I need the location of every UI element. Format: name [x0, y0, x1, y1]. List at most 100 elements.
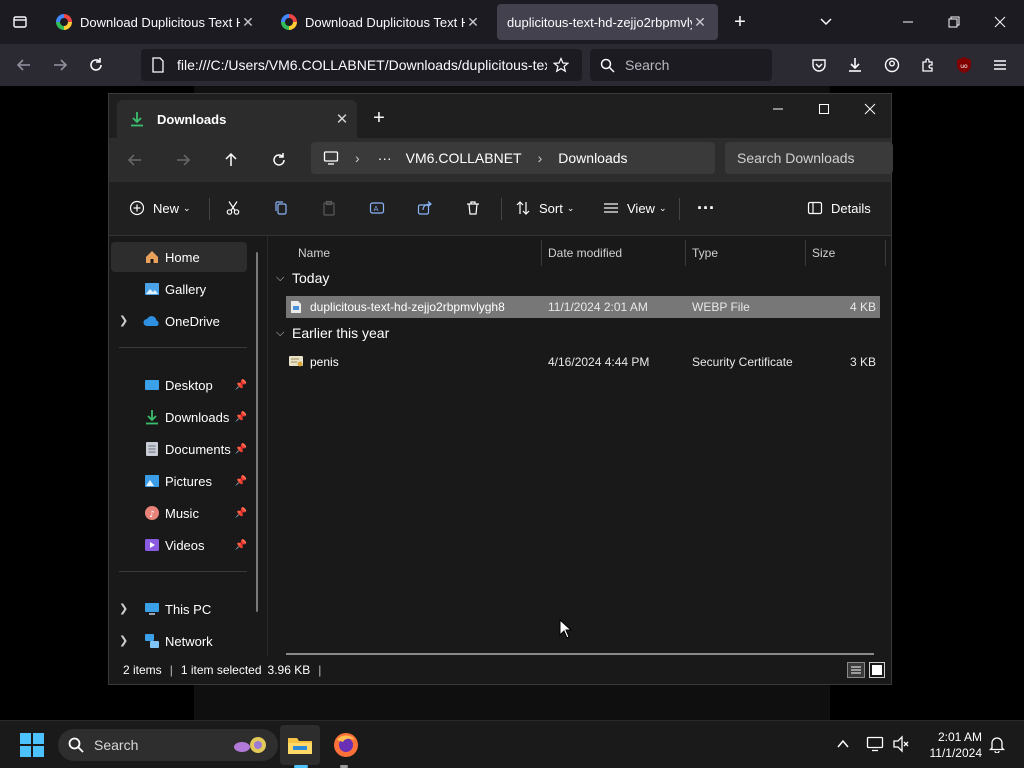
firefox-icon: [334, 733, 358, 757]
column-header-name[interactable]: Name: [292, 240, 542, 266]
sidebar-item-label: Network: [165, 633, 213, 649]
close-tab-icon[interactable]: ✕: [465, 14, 481, 30]
share-button[interactable]: [417, 192, 433, 224]
taskbar-file-explorer[interactable]: [280, 725, 320, 765]
volume-muted-icon[interactable]: [892, 735, 910, 753]
forward-icon[interactable]: [167, 144, 199, 176]
close-tab-icon[interactable]: ✕: [692, 14, 708, 30]
sidebar-item-onedrive[interactable]: OneDrive: [111, 306, 247, 336]
up-icon[interactable]: [215, 144, 247, 176]
breadcrumb-item-user[interactable]: VM6.COLLABNET: [406, 150, 522, 166]
pin-icon[interactable]: 📌: [235, 476, 247, 487]
url-bar[interactable]: file:///C:/Users/VM6.COLLABNET/Downloads…: [141, 49, 582, 81]
details-button[interactable]: Details: [807, 192, 871, 224]
column-header-size[interactable]: Size: [806, 240, 886, 266]
taskbar-firefox[interactable]: [326, 725, 366, 765]
account-icon[interactable]: [876, 49, 908, 81]
tab-list-icon[interactable]: [4, 6, 36, 38]
horizontal-scrollbar[interactable]: [286, 653, 874, 655]
sidebar-item-gallery[interactable]: Gallery: [111, 274, 247, 304]
sidebar-item-desktop[interactable]: Desktop 📌: [111, 370, 247, 400]
restore-icon[interactable]: [938, 6, 970, 38]
file-row[interactable]: duplicitous-text-hd-zejjo2rbpmvlygh8 11/…: [286, 296, 880, 318]
sidebar-item-documents[interactable]: Documents 📌: [111, 434, 247, 464]
browser-tab-2[interactable]: Download Duplicitous Text Hd Logo... ✕: [271, 4, 491, 40]
sidebar-item-this-pc[interactable]: This PC: [111, 594, 247, 624]
copy-button[interactable]: [273, 192, 289, 224]
file-row[interactable]: penis 4/16/2024 4:44 PM Security Certifi…: [286, 351, 880, 373]
close-window-icon[interactable]: [847, 94, 893, 124]
sidebar-item-videos[interactable]: Videos 📌: [111, 530, 247, 560]
column-header-type[interactable]: Type: [686, 240, 806, 266]
browser-tab-1[interactable]: Download Duplicitous Text Hd Logo... ✕: [46, 4, 266, 40]
sidebar-item-label: Videos: [165, 537, 205, 553]
sidebar-item-music[interactable]: ♪ Music 📌: [111, 498, 247, 528]
display-icon[interactable]: [866, 735, 884, 753]
paste-button[interactable]: [321, 192, 337, 224]
maximize-icon[interactable]: [801, 94, 847, 124]
new-button[interactable]: New ⌄: [129, 192, 191, 224]
downloads-icon[interactable]: [839, 49, 871, 81]
sort-button[interactable]: Sort ⌄: [515, 192, 574, 224]
details-view-toggle-icon[interactable]: [847, 662, 865, 678]
pictures-icon: [143, 472, 161, 490]
back-icon[interactable]: [119, 144, 151, 176]
new-label: New: [153, 200, 180, 216]
explorer-search-input[interactable]: Search Downloads: [725, 142, 893, 174]
notification-bell-icon[interactable]: [988, 735, 1006, 753]
forward-icon[interactable]: [44, 49, 76, 81]
cut-button[interactable]: [225, 192, 241, 224]
pin-icon[interactable]: 📌: [235, 508, 247, 519]
tiles-view-toggle-icon[interactable]: [869, 662, 885, 678]
search-icon: [68, 737, 84, 753]
start-button[interactable]: [20, 733, 44, 757]
taskbar-search[interactable]: Search: [58, 729, 278, 761]
group-header-today[interactable]: ⌵ Today: [276, 270, 329, 286]
pin-icon[interactable]: 📌: [235, 540, 247, 551]
rename-button[interactable]: A: [369, 192, 385, 224]
trash-icon: [467, 201, 479, 215]
sidebar-item-pictures[interactable]: Pictures 📌: [111, 466, 247, 496]
see-more-button[interactable]: ···: [697, 192, 715, 224]
pin-icon[interactable]: 📌: [235, 380, 247, 391]
nav-scrollbar[interactable]: [256, 252, 258, 612]
delete-button[interactable]: [465, 192, 481, 224]
refresh-icon[interactable]: [263, 144, 295, 176]
system-clock[interactable]: 2:01 AM 11/1/2024: [930, 729, 983, 761]
clock-time: 2:01 AM: [937, 730, 982, 744]
sidebar-item-home[interactable]: Home: [111, 242, 247, 272]
file-name: duplicitous-text-hd-zejjo2rbpmvlygh8: [310, 300, 505, 314]
back-icon[interactable]: [8, 49, 40, 81]
reload-icon[interactable]: [80, 49, 112, 81]
new-tab-icon[interactable]: +: [724, 6, 756, 38]
chevron-down-icon[interactable]: [810, 6, 842, 38]
view-button[interactable]: View ⌄: [603, 192, 667, 224]
sidebar-item-downloads[interactable]: Downloads 📌: [111, 402, 247, 432]
pocket-icon[interactable]: [803, 49, 835, 81]
explorer-tab-downloads[interactable]: Downloads ✕: [117, 100, 357, 138]
chevron-up-icon[interactable]: [836, 737, 850, 751]
extensions-icon[interactable]: [912, 49, 944, 81]
pin-icon[interactable]: 📌: [235, 412, 247, 423]
sidebar-item-network[interactable]: Network: [111, 626, 247, 656]
browser-search-field[interactable]: Search: [590, 49, 772, 81]
close-window-icon[interactable]: [984, 6, 1016, 38]
breadcrumb-overflow[interactable]: ···: [378, 150, 392, 166]
close-tab-icon[interactable]: ✕: [240, 14, 256, 30]
bookmark-star-icon[interactable]: [553, 57, 569, 73]
group-header-earlier-this-year[interactable]: ⌵ Earlier this year: [276, 325, 389, 341]
menu-icon[interactable]: [984, 49, 1016, 81]
minimize-icon[interactable]: [755, 94, 801, 124]
breadcrumb-item-downloads[interactable]: Downloads: [558, 150, 627, 166]
close-tab-icon[interactable]: ✕: [327, 110, 357, 128]
file-name: penis: [310, 355, 339, 369]
sidebar-item-label: Home: [165, 249, 200, 265]
minimize-icon[interactable]: [892, 6, 924, 38]
pin-icon[interactable]: 📌: [235, 444, 247, 455]
column-header-date[interactable]: Date modified: [542, 240, 686, 266]
new-tab-icon[interactable]: +: [363, 102, 395, 134]
browser-tab-3[interactable]: duplicitous-text-hd-zejjo2rbpmvlygh8 ✕: [497, 4, 718, 40]
address-breadcrumb[interactable]: › ··· VM6.COLLABNET › Downloads: [311, 142, 715, 174]
ublock-origin-icon[interactable]: uo: [948, 49, 980, 81]
nav-divider: [119, 347, 247, 348]
